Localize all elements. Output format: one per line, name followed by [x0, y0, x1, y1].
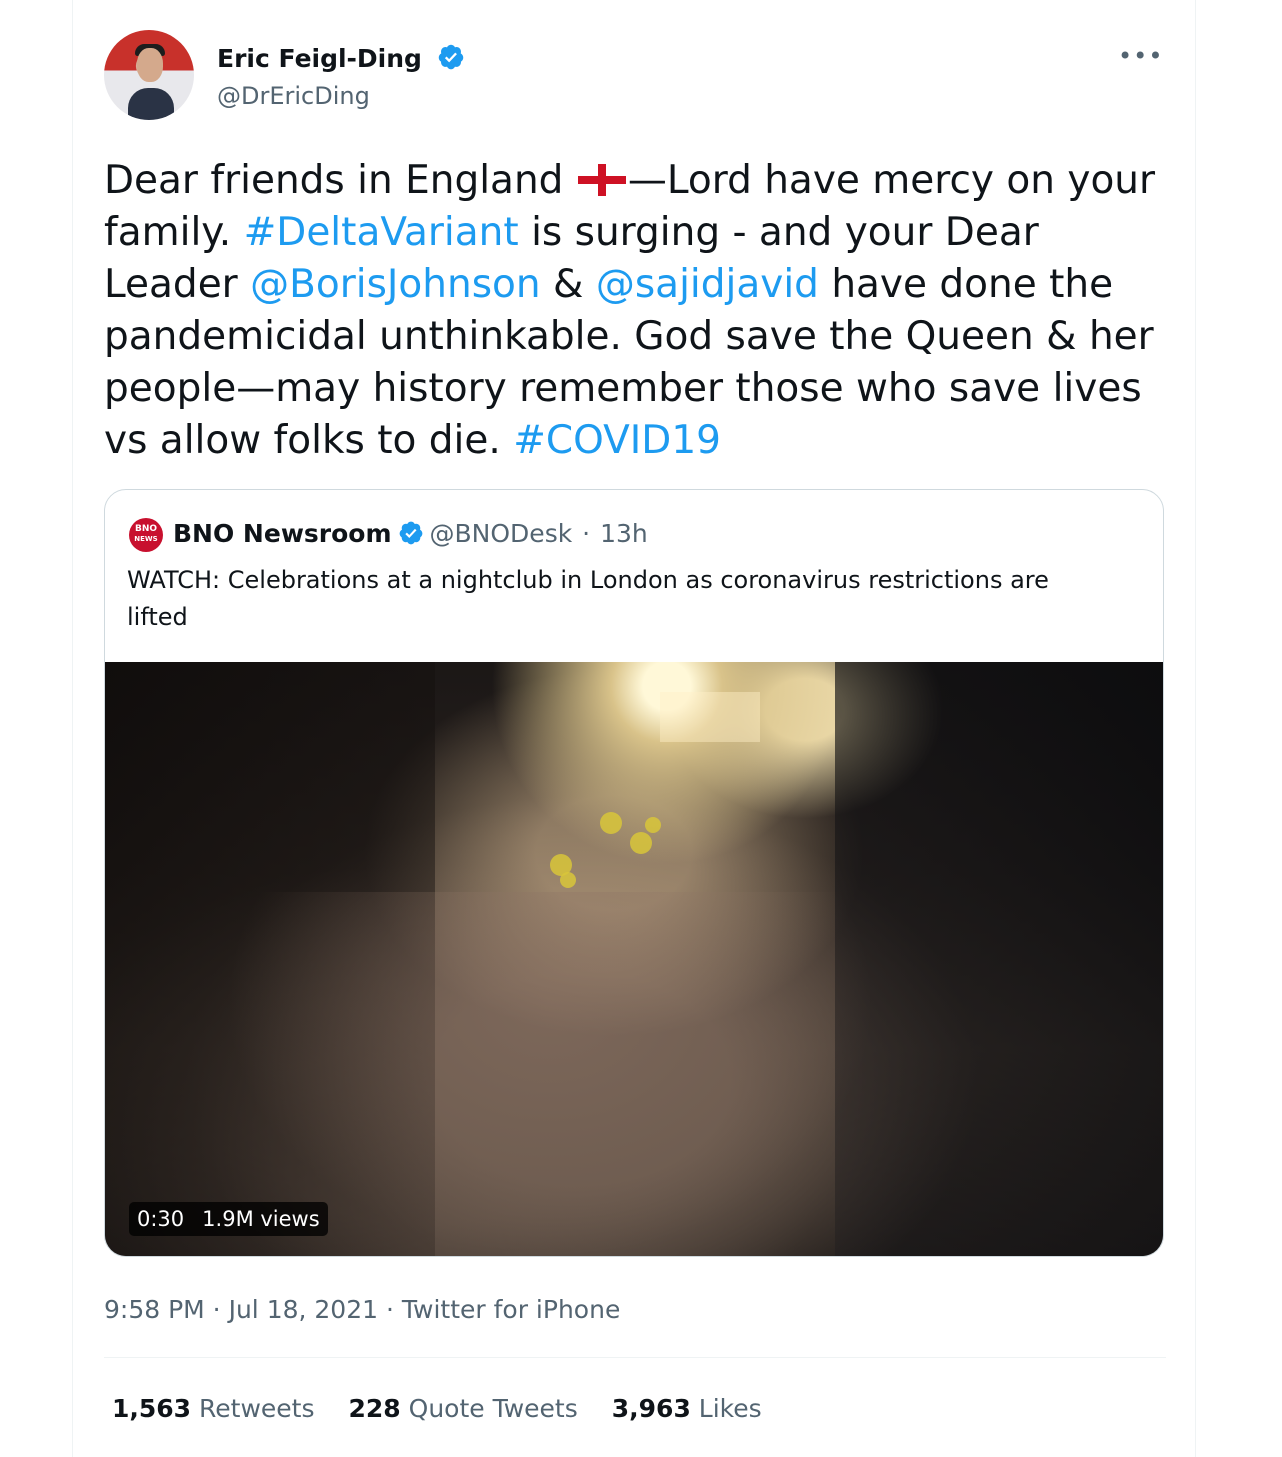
author-name[interactable]: Eric Feigl-Ding [217, 44, 422, 73]
verified-badge-icon [399, 521, 422, 545]
quoted-name[interactable]: BNO Newsroom [173, 519, 392, 548]
quoted-age[interactable]: 13h [600, 519, 648, 548]
verified-badge-icon [438, 44, 463, 70]
quoted-avatar[interactable]: BNO NEWS [129, 518, 163, 552]
video-frame-balloon [630, 832, 652, 854]
retweets-stat[interactable]: 1,563 Retweets [112, 1391, 315, 1427]
meta-separator: · [378, 1295, 402, 1324]
mention-sajidjavid-link[interactable]: @sajidjavid [596, 262, 819, 307]
video-player[interactable]: 0:30 1.9M views [105, 662, 1163, 1256]
likes-stat[interactable]: 3,963 Likes [612, 1391, 762, 1427]
hashtag-covid19-link[interactable]: #COVID19 [513, 418, 721, 463]
quoted-handle[interactable]: @BNODesk [430, 519, 573, 548]
author-name-row[interactable]: Eric Feigl-Ding [217, 42, 465, 76]
likes-label: Likes [698, 1394, 762, 1423]
tweet-date[interactable]: Jul 18, 2021 [229, 1295, 378, 1324]
tweet-timestamp: 9:58 PM · Jul 18, 2021 · Twitter for iPh… [104, 1292, 620, 1328]
divider [104, 1357, 1166, 1358]
retweets-label: Retweets [199, 1394, 315, 1423]
retweets-count: 1,563 [112, 1394, 192, 1423]
avatar-suit [128, 88, 174, 120]
video-duration: 0:30 [137, 1207, 185, 1231]
video-frame-balloon [560, 872, 576, 888]
quote-tweets-label: Quote Tweets [408, 1394, 578, 1423]
video-frame-right-wall [835, 662, 1163, 1256]
mention-borisjohnson-link[interactable]: @BorisJohnson [250, 262, 541, 307]
video-frame-screen [660, 692, 760, 742]
more-horizontal-icon[interactable]: ••• [1118, 42, 1162, 70]
avatar-face [137, 48, 163, 82]
quoted-header: BNO Newsroom @BNODesk · 13h [173, 516, 648, 552]
video-frame-balloon [600, 812, 622, 834]
quote-tweets-count: 228 [348, 1394, 401, 1423]
likes-count: 3,963 [611, 1394, 691, 1423]
tweet-text-part: & [540, 262, 596, 307]
quoted-text: WATCH: Celebrations at a nightclub in Lo… [127, 566, 1049, 631]
hashtag-deltavariant-link[interactable]: #DeltaVariant [244, 210, 519, 255]
tweet-time[interactable]: 9:58 PM [104, 1295, 205, 1324]
meta-separator: · [204, 1295, 229, 1324]
quoted-avatar-subtext: NEWS [134, 535, 158, 543]
england-flag-icon [577, 164, 626, 196]
quote-tweets-stat[interactable]: 228 Quote Tweets [349, 1391, 578, 1427]
video-info-badge: 0:30 1.9M views [129, 1202, 328, 1236]
quoted-separator: · [582, 519, 591, 548]
video-frame-balloon [645, 817, 661, 833]
engagement-stats: 1,563 Retweets 228 Quote Tweets 3,963 Like… [112, 1391, 796, 1427]
quoted-tweet[interactable]: BNO NEWS BNO Newsroom @BNODesk · 13h WAT… [104, 489, 1164, 1257]
author-avatar[interactable] [104, 30, 194, 120]
video-views: 1.9M views [202, 1207, 320, 1231]
author-handle[interactable]: @DrEricDing [217, 80, 370, 112]
tweet-source[interactable]: Twitter for iPhone [402, 1295, 620, 1324]
tweet-text: Dear friends in England —Lord have mercy… [104, 155, 1174, 467]
tweet-text-part: Dear friends in England [104, 158, 576, 203]
quoted-avatar-text: BNO [134, 524, 158, 534]
